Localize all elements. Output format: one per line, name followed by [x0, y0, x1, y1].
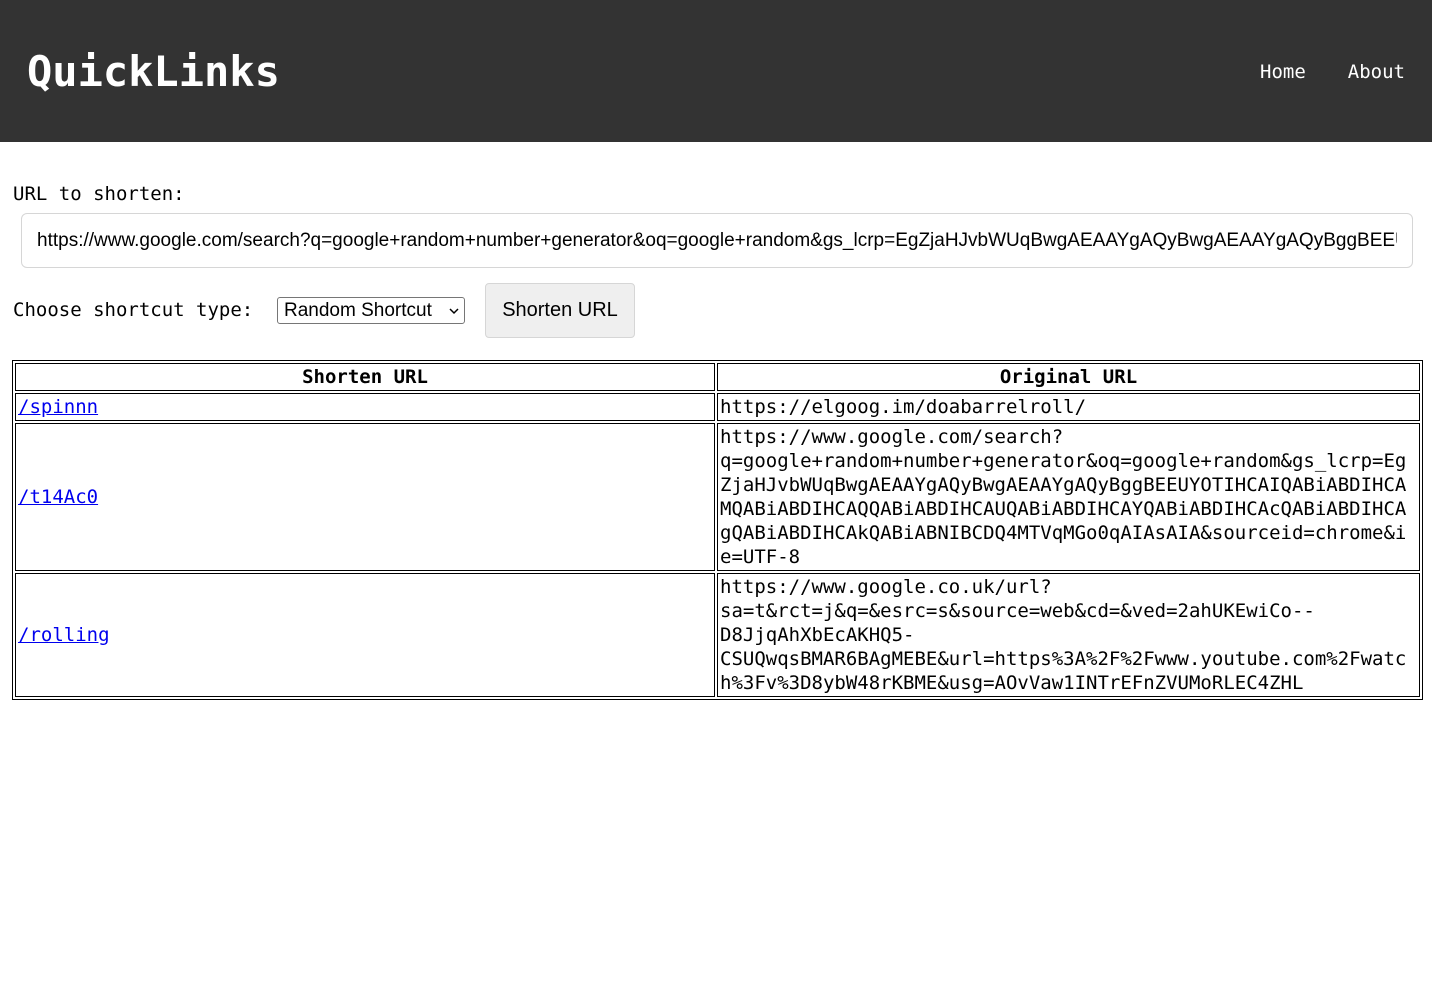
top-nav: Home About [1260, 58, 1405, 86]
short-url-cell: /spinnn [15, 393, 715, 421]
nav-home-link[interactable]: Home [1260, 58, 1306, 86]
table-row: /rolling https://www.google.co.uk/url? sa… [15, 573, 1420, 697]
short-url-cell: /t14Ac0 [15, 423, 715, 571]
original-url-text: https://elgoog.im/doabarrelroll/ [720, 396, 1087, 418]
top-header: QuickLinks Home About [0, 0, 1432, 142]
short-url-link[interactable]: /spinnn [18, 396, 98, 418]
app-logo[interactable]: QuickLinks [27, 46, 280, 98]
table-row: /t14Ac0 https://www.google.com/search? q=… [15, 423, 1420, 571]
shortcut-type-select[interactable]: Random Shortcut [277, 297, 465, 324]
nav-about-link[interactable]: About [1348, 58, 1405, 86]
short-url-cell: /rolling [15, 573, 715, 697]
original-url-cell: https://www.google.com/search? q=google+r… [717, 423, 1420, 571]
links-table: Shorten URL Original URL /spinnn https:/… [12, 360, 1423, 700]
original-url-text: https://www.google.co.uk/url? sa=t&rct=j&… [720, 576, 1407, 694]
url-field-label: URL to shorten: [13, 183, 185, 205]
table-row: /spinnn https://elgoog.im/doabarrelroll/ [15, 393, 1420, 421]
short-url-link[interactable]: /rolling [18, 624, 110, 646]
table-header-row: Shorten URL Original URL [15, 363, 1420, 391]
shortcut-type-label: Choose shortcut type: [13, 299, 254, 321]
original-url-cell: https://www.google.co.uk/url? sa=t&rct=j&… [717, 573, 1420, 697]
short-url-link[interactable]: /t14Ac0 [18, 486, 98, 508]
original-url-cell: https://elgoog.im/doabarrelroll/ [717, 393, 1420, 421]
url-input[interactable] [21, 213, 1413, 268]
chevron-down-icon [449, 308, 459, 315]
shortcut-type-selected-value: Random Shortcut [284, 300, 432, 321]
column-header-short-url: Shorten URL [15, 363, 715, 391]
shorten-url-button[interactable]: Shorten URL [485, 283, 635, 338]
links-table-container: Shorten URL Original URL /spinnn https:/… [12, 360, 1423, 700]
column-header-original-url: Original URL [717, 363, 1420, 391]
original-url-text: https://www.google.com/search? q=google+r… [720, 426, 1407, 568]
